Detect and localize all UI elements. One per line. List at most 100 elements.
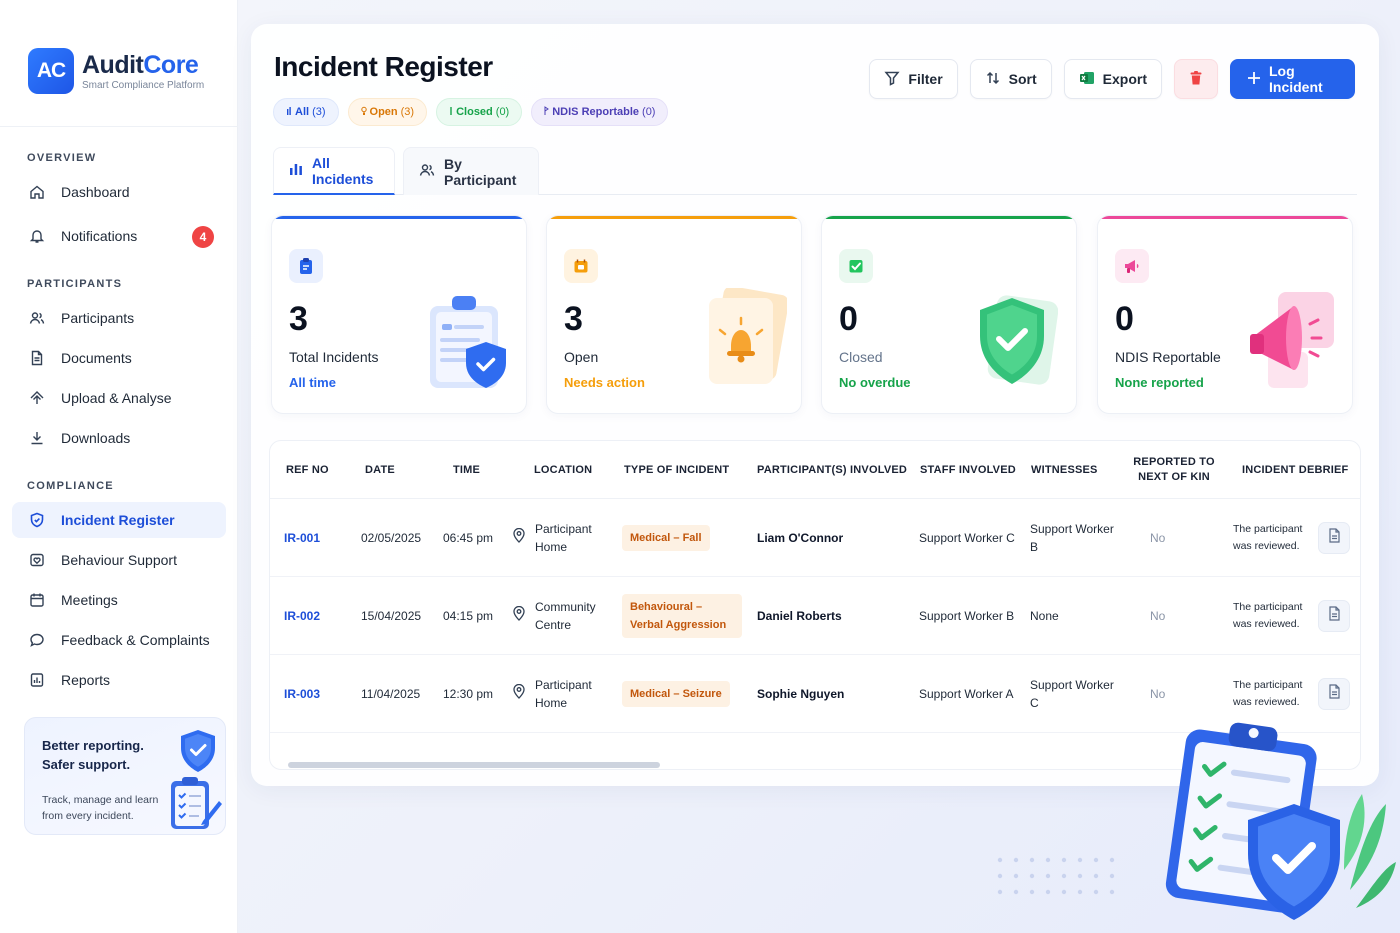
scrollbar-thumb[interactable] <box>288 762 660 768</box>
stat-value: 0 <box>1115 300 1134 338</box>
stat-label: Closed <box>839 349 883 365</box>
participant-cell: Daniel Roberts <box>757 609 842 623</box>
megaphone-illustration-icon <box>1248 292 1336 397</box>
chip-line-icon <box>449 106 453 119</box>
sidebar-item-upload-analyse[interactable]: Upload & Analyse <box>12 380 226 416</box>
location-cell: Participant Home <box>513 499 607 577</box>
sidebar-item-downloads[interactable]: Downloads <box>12 420 226 456</box>
stat-label: NDIS Reportable <box>1115 349 1221 365</box>
column-header-reported[interactable]: REPORTED TO NEXT OF KIN <box>1132 441 1216 499</box>
sidebar-item-label: Participants <box>61 310 135 326</box>
sidebar-item-label: Meetings <box>61 592 118 608</box>
chip-ndis-reportable[interactable]: NDIS Reportable (0) <box>531 98 669 126</box>
users-icon <box>419 162 435 181</box>
stat-subtext: All time <box>289 375 336 390</box>
view-tabs: All Incidents By Participant <box>273 147 1357 195</box>
ref-cell[interactable]: IR-001 <box>284 499 320 577</box>
bar-chart-icon <box>289 162 303 179</box>
sidebar-item-meetings[interactable]: Meetings <box>12 582 226 618</box>
sidebar-item-label: Dashboard <box>61 184 130 200</box>
date-cell: 15/04/2025 <box>361 609 422 623</box>
column-header-witnesses[interactable]: WITNESSES <box>1031 441 1098 499</box>
calendar-icon <box>564 249 598 283</box>
nav-section-overview: OVERVIEW <box>27 152 97 164</box>
sidebar-item-label: Reports <box>61 672 111 688</box>
chip-closed[interactable]: Closed (0) <box>436 98 523 126</box>
excel-icon <box>1079 70 1095 89</box>
column-header-debrief[interactable]: INCIDENT DEBRIEF <box>1242 441 1348 499</box>
document-icon <box>1328 684 1341 704</box>
export-button[interactable]: Export <box>1063 59 1162 99</box>
ref-cell[interactable]: IR-002 <box>284 577 320 655</box>
column-header-location[interactable]: LOCATION <box>534 441 592 499</box>
column-header-ref[interactable]: REF NO <box>286 441 329 499</box>
location-cell: Community Centre <box>513 577 607 655</box>
chip-all[interactable]: All (3) <box>273 98 339 126</box>
sidebar-item-notifications[interactable]: Notifications 4 <box>12 218 226 254</box>
sidebar-item-label: Behaviour Support <box>61 552 177 568</box>
incident-type-cell: Medical – Seizure <box>622 655 730 733</box>
brand[interactable]: AC AuditCore Smart Compliance Platform <box>28 48 204 94</box>
clipboard-shield-illustration-icon <box>1165 722 1396 920</box>
sidebar-item-behaviour-support[interactable]: Behaviour Support <box>12 542 226 578</box>
debrief-cell: The participant was reviewed. <box>1233 523 1303 552</box>
calendar-icon <box>28 591 46 609</box>
sidebar-item-incident-register[interactable]: Incident Register <box>12 502 226 538</box>
home-icon <box>28 183 46 201</box>
column-header-participants[interactable]: PARTICIPANT(S) INVOLVED <box>757 441 907 499</box>
sidebar-item-reports[interactable]: Reports <box>12 662 226 698</box>
view-debrief-button[interactable] <box>1318 600 1350 632</box>
notification-badge: 4 <box>192 226 214 248</box>
column-header-date[interactable]: DATE <box>365 441 395 499</box>
chat-icon <box>28 631 46 649</box>
sidebar-item-participants[interactable]: Participants <box>12 300 226 336</box>
column-header-staff[interactable]: STAFF INVOLVED <box>920 441 1016 499</box>
sidebar-item-label: Notifications <box>61 228 138 244</box>
sidebar-item-label: Incident Register <box>61 512 175 528</box>
sidebar-item-documents[interactable]: Documents <box>12 340 226 376</box>
stat-accent-bar <box>822 216 1076 219</box>
ref-cell[interactable]: IR-003 <box>284 655 320 733</box>
document-icon <box>28 349 46 367</box>
document-icon <box>1328 528 1341 548</box>
map-pin-icon <box>513 527 525 548</box>
time-cell: 12:30 pm <box>443 687 494 701</box>
stat-value: 3 <box>289 300 308 338</box>
chip-open[interactable]: Open (3) <box>347 98 428 126</box>
chip-bulb-icon <box>360 106 367 119</box>
view-debrief-button[interactable] <box>1318 522 1350 554</box>
reported-cell: No <box>1150 609 1166 623</box>
table-header: REF NO DATE TIME LOCATION TYPE OF INCIDE… <box>270 441 1360 499</box>
promo-title: Better reporting. Safer support. <box>42 738 144 772</box>
sidebar-item-dashboard[interactable]: Dashboard <box>12 174 226 210</box>
date-cell: 02/05/2025 <box>361 531 422 545</box>
table-row[interactable]: IR-001 02/05/2025 06:45 pm Participant H… <box>270 499 1360 577</box>
log-incident-button[interactable]: Log Incident <box>1230 59 1355 99</box>
tab-all-incidents[interactable]: All Incidents <box>273 147 395 195</box>
debrief-cell: The participant was reviewed. <box>1233 601 1303 630</box>
witnesses-cell: None <box>1030 609 1059 623</box>
column-header-time[interactable]: TIME <box>453 441 480 499</box>
filter-button[interactable]: Filter <box>869 59 958 99</box>
table-row[interactable]: IR-002 15/04/2025 04:15 pm Community Cen… <box>270 577 1360 655</box>
map-pin-icon <box>513 605 525 626</box>
time-cell: 06:45 pm <box>443 531 494 545</box>
stat-accent-bar <box>1098 216 1352 219</box>
sidebar-item-label: Upload & Analyse <box>61 390 172 406</box>
sidebar-item-feedback-complaints[interactable]: Feedback & Complaints <box>12 622 226 658</box>
heart-icon <box>28 551 46 569</box>
plus-icon <box>1247 71 1261 88</box>
delete-button[interactable] <box>1174 59 1218 99</box>
alarm-bell-illustration-icon <box>703 286 789 397</box>
stat-subtext: Needs action <box>564 375 645 390</box>
dot-pattern-icon <box>997 857 1115 895</box>
view-debrief-button[interactable] <box>1318 678 1350 710</box>
sort-button[interactable]: Sort <box>969 59 1052 99</box>
tab-by-participant[interactable]: By Participant <box>403 147 539 195</box>
sidebar: AC AuditCore Smart Compliance Platform O… <box>0 0 238 933</box>
nav-section-participants: PARTICIPANTS <box>27 278 123 290</box>
nav-section-compliance: COMPLIANCE <box>27 480 114 492</box>
column-header-type[interactable]: TYPE OF INCIDENT <box>624 441 729 499</box>
status-filter-chips: All (3) Open (3) Closed (0) NDIS Reporta… <box>273 98 669 126</box>
stat-subtext: None reported <box>1115 375 1204 390</box>
